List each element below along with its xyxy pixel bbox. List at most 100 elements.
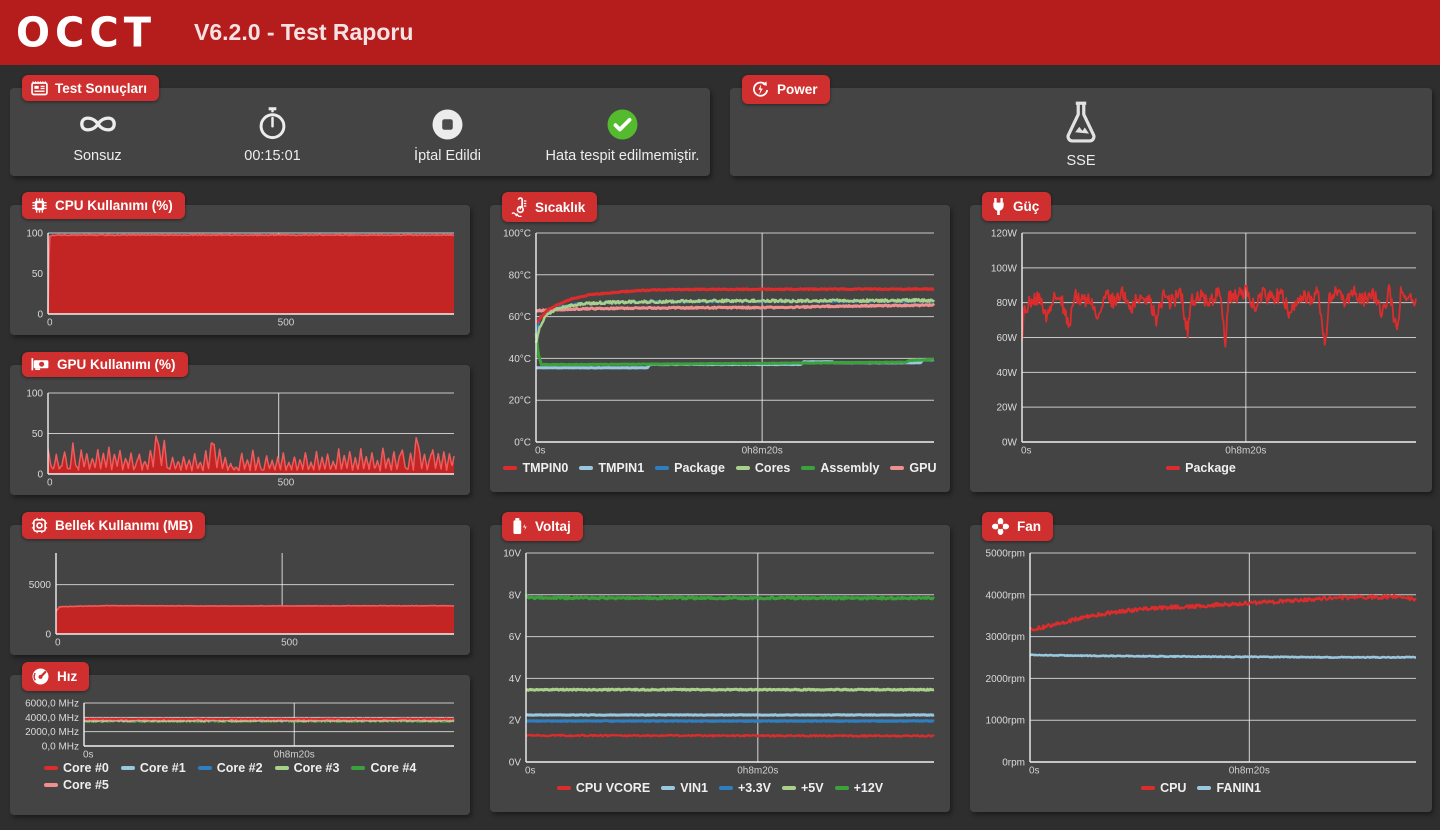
legend-item: Core #2: [197, 761, 263, 775]
legend-label: Package: [674, 461, 725, 475]
legend-label: +3.3V: [737, 781, 771, 795]
legend-label: VIN1: [680, 781, 708, 795]
legend-label: Core #0: [63, 761, 109, 775]
temperature-badge: Sıcaklık: [502, 192, 598, 222]
voltage-legend: CPU VCORE VIN1 +3.3V +5V +12V: [498, 777, 942, 799]
voltage-badge: Voltaj: [502, 512, 583, 541]
test-item-elapsed-time: 00:15:01: [185, 106, 360, 164]
chart-svg: 0rpm 1000rpm 2000rpm 3000rpm 4000rpm 5000rpm 0…: [986, 549, 1417, 777]
legend-swatch: [351, 766, 366, 770]
legend-swatch: [120, 766, 135, 770]
flask-icon: [1061, 100, 1101, 151]
legend-item: Assembly: [801, 461, 879, 475]
svg-text:20W: 20W: [996, 403, 1017, 414]
power-chart-panel: Güç 0W 20W 40W 60W 80W 100W 120W 0s 0h8m20s Pack…: [970, 192, 1432, 492]
svg-text:0: 0: [37, 470, 43, 481]
legend-swatch: [197, 766, 212, 770]
legend-swatch: [834, 786, 849, 790]
test-results-badge: Test Sonuçları: [22, 75, 160, 101]
svg-text:60W: 60W: [996, 333, 1017, 344]
chart-column-1: CPU Kullanımı (%) 0 50 100 0 500 GPU Kullanı…: [10, 192, 470, 815]
test-results-items: Sonsuz 00:15:01 İptal Edildi Hata tespit…: [10, 106, 710, 164]
svg-text:0°C: 0°C: [514, 438, 531, 449]
temperature-title: Sıcaklık: [535, 199, 586, 215]
svg-text:100: 100: [26, 229, 43, 240]
duration-mode-label: Sonsuz: [73, 148, 122, 164]
cpu-usage-title: CPU Kullanımı (%): [55, 198, 173, 213]
report-content: Test Sonuçları Sonsuz 00:15:01 İptal Edi…: [0, 65, 1440, 815]
fan-badge: Fan: [982, 512, 1054, 541]
legend-item: +3.3V: [718, 781, 771, 795]
temperature-legend: TMPIN0 TMPIN1 Package Cores Assembly GPU: [498, 457, 942, 479]
svg-text:3000rpm: 3000rpm: [986, 632, 1025, 643]
power-badge-label: Power: [777, 82, 818, 97]
occt-logo: OCCT: [16, 9, 156, 56]
svg-text:0: 0: [55, 638, 61, 649]
legend-label: Core #3: [293, 761, 340, 775]
legend-item: FANIN1: [1197, 781, 1261, 795]
legend-item: Cores: [735, 461, 790, 475]
legend-label: Core #5: [63, 778, 109, 792]
legend-item: Core #5: [44, 778, 109, 792]
top-row: Test Sonuçları Sonsuz 00:15:01 İptal Edi…: [10, 75, 1432, 176]
legend-swatch: [801, 466, 816, 470]
svg-text:0h8m20s: 0h8m20s: [274, 750, 315, 761]
power-chart-badge: Güç: [982, 192, 1052, 221]
svg-text:40W: 40W: [996, 368, 1017, 379]
legend-label: Package: [1185, 461, 1236, 475]
svg-text:0h8m20s: 0h8m20s: [1229, 766, 1270, 777]
battery-bolt-icon: [511, 517, 528, 536]
legend-item: Core #4: [351, 761, 416, 775]
page-title: V6.2.0 - Test Raporu: [194, 19, 414, 45]
svg-text:0s: 0s: [535, 446, 546, 457]
svg-text:0W: 0W: [1002, 438, 1018, 449]
svg-text:4000rpm: 4000rpm: [986, 590, 1025, 601]
legend-item: Core #0: [44, 761, 109, 775]
chart-svg: 0,0 MHz 2000,0 MHz 4000,0 MHz 6000,0 MHz 0s 0…: [25, 699, 455, 761]
stopwatch-icon: [258, 106, 287, 142]
test-item-status: İptal Edildi: [360, 106, 535, 164]
legend-label: Assembly: [820, 461, 880, 475]
legend-label: CPU VCORE: [575, 781, 651, 795]
legend-item: Package: [1166, 461, 1236, 475]
svg-text:80°C: 80°C: [509, 270, 531, 281]
legend-label: Core #2: [216, 761, 263, 775]
legend-label: CPU: [1160, 781, 1187, 795]
svg-text:0s: 0s: [1029, 766, 1040, 777]
legend-label: FANIN1: [1216, 781, 1261, 795]
legend-item: CPU: [1141, 781, 1186, 795]
svg-text:0s: 0s: [83, 750, 94, 761]
svg-text:50: 50: [32, 269, 44, 280]
cpu-usage-chart: 0 50 100 0 500: [18, 227, 462, 329]
chart-column-2: Sıcaklık 0°C 20°C 40°C 60°C 80°C 100°C 0s 0h8m2…: [490, 192, 950, 812]
check-icon: [606, 106, 639, 142]
svg-text:5000: 5000: [29, 580, 52, 591]
svg-text:0h8m20s: 0h8m20s: [742, 446, 783, 457]
legend-swatch: [890, 466, 905, 470]
svg-text:0s: 0s: [525, 766, 536, 777]
legend-label: TMPIN0: [522, 461, 569, 475]
memory-usage-badge: Bellek Kullanımı (MB): [22, 512, 206, 539]
speed-legend: Core #0 Core #1 Core #2 Core #3 Core #4 Core …: [18, 761, 462, 792]
legend-swatch: [661, 786, 676, 790]
svg-text:60°C: 60°C: [509, 312, 531, 323]
speed-title: Hız: [57, 669, 78, 684]
svg-text:0V: 0V: [509, 758, 522, 769]
power-chart: 0W 20W 40W 60W 80W 100W 120W 0s 0h8m20s: [978, 227, 1424, 457]
memory-icon: [31, 517, 48, 534]
legend-label: Core #1: [139, 761, 186, 775]
power-chart-title: Güç: [1013, 199, 1040, 214]
svg-text:0s: 0s: [1021, 446, 1032, 457]
svg-text:0: 0: [45, 630, 51, 641]
legend-swatch: [1166, 466, 1181, 470]
voltage-chart: 0V 2V 4V 6V 8V 10V 0s 0h8m20s: [498, 547, 942, 777]
error-result-label: Hata tespit edilmemiştir.: [545, 148, 700, 164]
fan-legend: CPU FANIN1: [978, 777, 1424, 799]
cpu-usage-panel: CPU Kullanımı (%) 0 50 100 0 500: [10, 192, 470, 335]
legend-item: TMPIN1: [579, 461, 644, 475]
svg-text:100°C: 100°C: [503, 229, 531, 240]
legend-item: VIN1: [661, 781, 708, 795]
legend-swatch: [735, 466, 750, 470]
chart-grid: CPU Kullanımı (%) 0 50 100 0 500 GPU Kullanı…: [10, 192, 1432, 815]
test-item-error-result: Hata tespit edilmemiştir.: [535, 106, 710, 164]
